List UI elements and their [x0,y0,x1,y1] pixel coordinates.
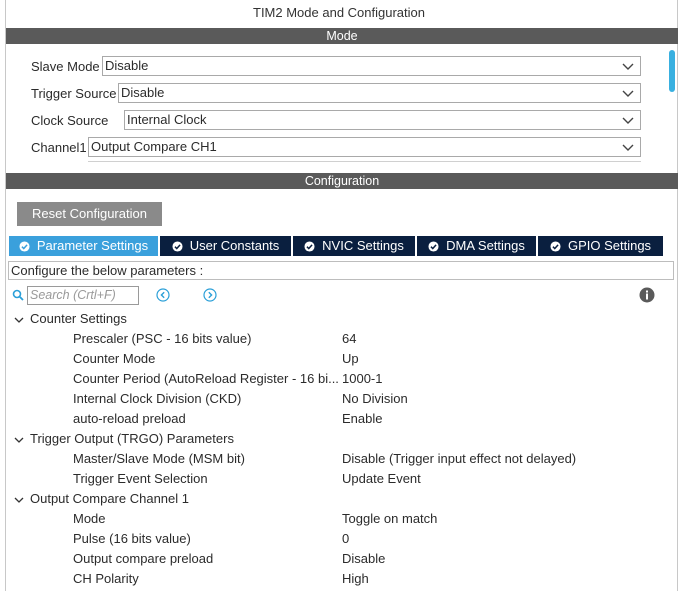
clock-source-select[interactable]: Internal Clock [124,110,641,130]
configure-parameters-label: Configure the below parameters : [8,261,674,280]
next-icon[interactable] [203,288,217,302]
param-name: Pulse (16 bits value) [73,531,191,546]
window-title: TIM2 Mode and Configuration [253,5,425,20]
search-input[interactable]: Search (Crtl+F) [27,286,139,305]
tab-user-constants[interactable]: User Constants [160,236,293,256]
tab-label: DMA Settings [446,238,525,253]
tab-label: Parameter Settings [36,238,149,253]
chevron-down-icon [622,144,634,151]
param-value[interactable]: 1000-1 [342,369,382,389]
check-circle-icon [19,240,30,252]
slave-mode-select[interactable]: Disable [102,56,641,76]
group-label: Counter Settings [30,311,127,326]
tab-label: User Constants [189,238,280,253]
tab-nvic-settings[interactable]: NVIC Settings [293,236,417,256]
param-value[interactable]: Disable (Trigger input effect not delaye… [342,449,576,469]
config-tabs: Parameter Settings User Constants NVIC S… [9,236,663,256]
channel1-value: Output Compare CH1 [91,139,217,154]
param-name: Counter Period (AutoReload Register - 16… [73,371,339,386]
group-output-compare-channel-1[interactable]: Output Compare Channel 1 [14,489,189,509]
tab-label: GPIO Settings [567,238,652,253]
check-circle-icon [428,240,439,252]
trigger-source-select[interactable]: Disable [118,83,641,103]
param-value[interactable]: Toggle on match [342,509,437,529]
chevron-down-icon [622,90,634,97]
slave-mode-label: Slave Mode [31,59,100,74]
mode-scrollbar-thumb[interactable] [669,50,675,92]
tab-dma-settings[interactable]: DMA Settings [417,236,538,256]
channel1-label: Channel1 [31,140,87,155]
param-value[interactable]: No Division [342,389,408,409]
configuration-header: Configuration [6,173,678,189]
param-value[interactable]: 0 [342,529,349,549]
param-name: Counter Mode [73,351,156,366]
clock-source-label: Clock Source [31,113,109,128]
mode-header: Mode [6,28,678,44]
clock-source-value: Internal Clock [127,112,207,127]
param-value[interactable]: 64 [342,329,356,349]
mode-list-divider [88,161,641,170]
param-name: Mode [73,511,106,526]
group-label: Trigger Output (TRGO) Parameters [30,431,234,446]
chevron-down-icon [622,117,634,124]
tab-gpio-settings[interactable]: GPIO Settings [538,236,663,256]
param-value[interactable]: Update Event [342,469,421,489]
collapse-arrow-icon [14,437,24,443]
param-value[interactable]: Up [342,349,359,369]
previous-icon[interactable] [156,288,170,302]
param-name: Internal Clock Division (CKD) [73,391,242,406]
channel1-select[interactable]: Output Compare CH1 [88,137,641,157]
tab-label: NVIC Settings [322,238,404,253]
collapse-arrow-icon [14,497,24,503]
param-name: Output compare preload [73,551,214,566]
param-value[interactable]: Enable [342,409,382,429]
check-circle-icon [172,240,183,252]
param-value[interactable]: Disable [342,549,385,569]
param-name: Trigger Event Selection [73,471,208,486]
slave-mode-value: Disable [105,58,149,73]
trigger-source-value: Disable [121,85,165,100]
check-circle-icon [550,240,561,252]
trigger-source-label: Trigger Source [31,86,117,101]
param-name: Prescaler (PSC - 16 bits value) [73,331,252,346]
collapse-arrow-icon [14,317,24,323]
param-name: Master/Slave Mode (MSM bit) [73,451,245,466]
chevron-down-icon [622,63,634,70]
param-name: auto-reload preload [73,411,186,426]
tab-parameter-settings[interactable]: Parameter Settings [9,236,160,256]
search-icon [12,289,24,301]
info-icon[interactable] [639,287,655,303]
group-label: Output Compare Channel 1 [30,491,189,506]
param-value[interactable]: High [342,569,369,589]
group-counter-settings[interactable]: Counter Settings [14,309,127,329]
param-name: CH Polarity [73,571,139,586]
group-trigger-output[interactable]: Trigger Output (TRGO) Parameters [14,429,234,449]
reset-configuration-button[interactable]: Reset Configuration [17,202,162,226]
check-circle-icon [304,240,315,252]
